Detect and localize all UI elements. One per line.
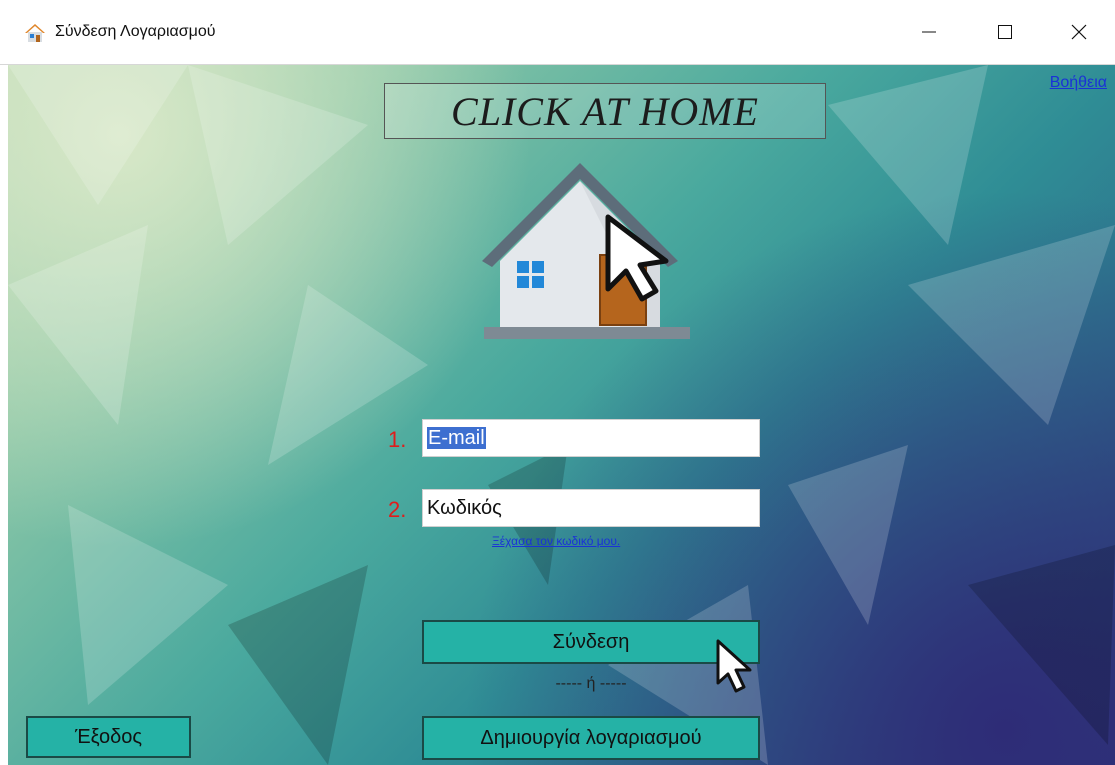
- house-cursor-icon: [482, 163, 690, 339]
- maximize-icon: [998, 25, 1012, 39]
- email-input-value: E-mail: [427, 427, 486, 449]
- app-logo: CLICK AT HOME: [384, 83, 826, 139]
- close-icon: [1071, 24, 1087, 40]
- login-window: Σύνδεση Λογαριασμού Βοήθεια CLICK AT HOM…: [0, 0, 1115, 765]
- create-account-button[interactable]: Δημιουργία λογαριασμού: [422, 716, 760, 760]
- minimize-icon: [922, 31, 936, 33]
- login-button[interactable]: Σύνδεση: [422, 620, 760, 664]
- password-input-value: Κωδικός: [427, 497, 502, 519]
- close-button[interactable]: [1055, 11, 1103, 53]
- forgot-password-link[interactable]: Ξέχασα τον κωδικό μου.: [492, 534, 620, 548]
- create-account-button-label: Δημιουργία λογαριασμού: [480, 726, 702, 749]
- login-panel: Βοήθεια CLICK AT HOME 1. E-mail 2. Κωδικ…: [8, 65, 1115, 765]
- step-number-1: 1.: [388, 427, 407, 452]
- login-button-label: Σύνδεση: [552, 630, 630, 653]
- maximize-button[interactable]: [981, 11, 1029, 53]
- window-title: Σύνδεση Λογαριασμού: [55, 23, 216, 40]
- help-link[interactable]: Βοήθεια: [1050, 74, 1107, 92]
- exit-button[interactable]: Έξοδος: [26, 716, 191, 758]
- logo-text: CLICK AT HOME: [451, 88, 759, 134]
- step-number-2: 2.: [388, 497, 407, 522]
- or-separator: ----- ή -----: [555, 675, 627, 692]
- exit-button-label: Έξοδος: [74, 725, 143, 748]
- title-bar[interactable]: Σύνδεση Λογαριασμού: [0, 0, 1115, 65]
- house-icon: [25, 24, 45, 42]
- password-input[interactable]: Κωδικός: [422, 489, 760, 527]
- email-input[interactable]: E-mail: [422, 419, 760, 457]
- window-left-border: [0, 65, 8, 765]
- minimize-button[interactable]: [905, 11, 953, 53]
